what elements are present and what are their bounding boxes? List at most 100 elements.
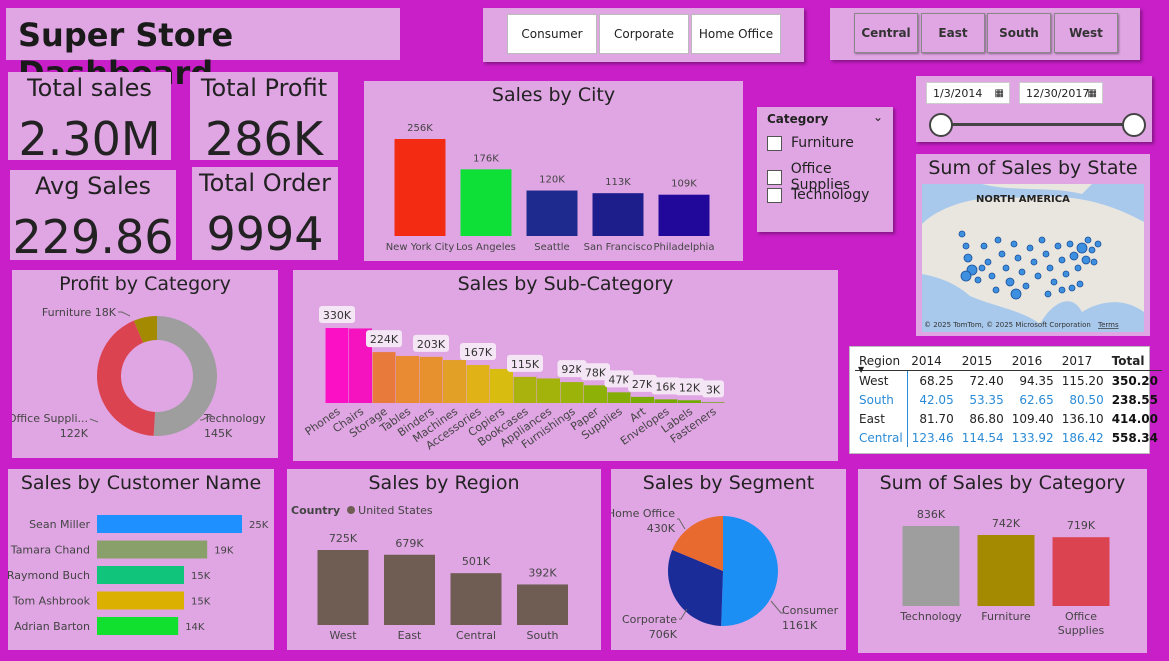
map-marker[interactable] [1076,242,1088,254]
bar[interactable] [654,399,678,403]
map-marker[interactable] [1034,272,1042,280]
sort-arrow-icon[interactable]: ▼ [858,365,864,374]
map-marker[interactable] [974,276,982,284]
checkbox[interactable] [767,135,782,151]
bar[interactable] [325,328,349,403]
pie-slice[interactable] [721,516,779,626]
bar[interactable] [396,355,419,403]
calendar-icon[interactable]: ▦ [1088,88,1097,99]
map-marker[interactable] [1084,236,1092,244]
category-option-technology[interactable]: Technology [767,187,869,203]
map-marker[interactable] [1076,280,1084,288]
bar[interactable] [513,376,537,403]
bar[interactable] [560,382,584,403]
matrix-header[interactable]: Total [1107,351,1163,371]
bar[interactable] [317,550,369,625]
map-marker[interactable] [980,242,988,250]
bar[interactable] [450,573,502,625]
bar[interactable] [97,515,242,533]
map-marker[interactable] [1026,244,1034,252]
matrix-row[interactable]: Central 123.46 114.54 133.92 186.42 558.34 [855,428,1162,447]
map-marker[interactable] [984,258,992,266]
bar[interactable] [394,139,446,236]
map-marker[interactable] [1074,264,1082,272]
map-marker[interactable] [1069,251,1079,261]
bar[interactable] [592,193,644,236]
bar[interactable] [97,566,184,584]
region-button-east[interactable]: East [921,13,985,53]
segment-button-corporate[interactable]: Corporate [599,14,689,54]
map-marker[interactable] [1050,278,1058,286]
matrix-header[interactable]: 2017 [1057,351,1108,371]
map-marker[interactable] [1054,242,1062,250]
bar[interactable] [97,591,184,610]
map-marker[interactable] [1038,236,1046,244]
bar[interactable] [658,194,710,236]
map-marker[interactable] [958,230,966,238]
map-marker[interactable] [992,286,1000,294]
matrix-header[interactable]: 2016 [1007,351,1058,371]
segment-button-consumer[interactable]: Consumer [507,14,597,54]
bar[interactable] [526,190,578,236]
category-option-furniture[interactable]: Furniture [767,135,854,151]
matrix-header[interactable]: 2015 [957,351,1008,371]
bar[interactable] [517,584,568,625]
bar[interactable] [97,540,208,559]
matrix-row[interactable]: South 42.05 53.35 62.65 80.50 238.55 [855,390,1162,409]
chevron-down-icon[interactable]: ⌄ [873,110,883,124]
map-marker[interactable] [1090,258,1098,266]
matrix-header[interactable]: 2014 [907,351,958,371]
date-slider-start-handle[interactable] [929,113,953,137]
map-marker[interactable] [1058,286,1066,294]
bar[interactable] [419,356,443,403]
map-marker[interactable] [1014,254,1022,262]
bar[interactable] [631,396,654,403]
bar[interactable] [97,617,179,635]
map-marker[interactable] [1046,264,1054,272]
map-marker[interactable] [978,264,986,272]
bar[interactable] [537,378,560,403]
map-marker[interactable] [994,236,1002,244]
map-marker[interactable] [1081,255,1091,265]
bar[interactable] [384,554,435,625]
region-button-south[interactable]: South [987,13,1051,53]
bar[interactable] [607,392,631,403]
map-terms-link[interactable]: Terms [1097,321,1119,329]
sales-map[interactable]: NORTH AMERICA © 2025 TomTom, © 2025 Micr… [922,184,1144,332]
map-marker[interactable] [1005,277,1015,287]
bar[interactable] [1052,537,1110,606]
date-slider-track[interactable] [940,123,1135,126]
map-marker[interactable] [963,253,973,263]
bar[interactable] [584,385,607,403]
checkbox[interactable] [767,187,782,203]
checkbox[interactable] [767,169,782,185]
map-marker[interactable] [1002,264,1010,272]
start-date-field[interactable]: 1/3/2014 ▦ [926,82,1010,104]
bar[interactable] [701,402,725,403]
map-marker[interactable] [1094,240,1102,248]
region-button-central[interactable]: Central [854,13,918,53]
bar[interactable] [678,400,701,403]
map-marker[interactable] [962,242,970,250]
map-marker[interactable] [1010,240,1018,248]
bar[interactable] [902,526,960,606]
map-marker[interactable] [1066,240,1074,248]
region-button-west[interactable]: West [1054,13,1118,53]
bar[interactable] [977,534,1035,606]
map-marker[interactable] [998,250,1006,258]
matrix-row[interactable]: East 81.70 86.80 109.40 136.10 414.00 [855,409,1162,428]
map-marker[interactable] [1068,284,1076,292]
segment-button-home-office[interactable]: Home Office [691,14,781,54]
map-marker[interactable] [1022,282,1030,290]
end-date-field[interactable]: 12/30/2017 ▦ [1019,82,1103,104]
map-marker[interactable] [1042,250,1050,258]
map-marker[interactable] [960,270,972,282]
bar[interactable] [372,352,396,403]
bar[interactable] [443,360,466,403]
map-marker[interactable] [1088,246,1096,254]
calendar-icon[interactable]: ▦ [995,88,1004,99]
map-marker[interactable] [1058,256,1066,264]
map-marker[interactable] [1010,288,1022,300]
bar[interactable] [460,169,512,236]
map-marker[interactable] [1062,270,1070,278]
